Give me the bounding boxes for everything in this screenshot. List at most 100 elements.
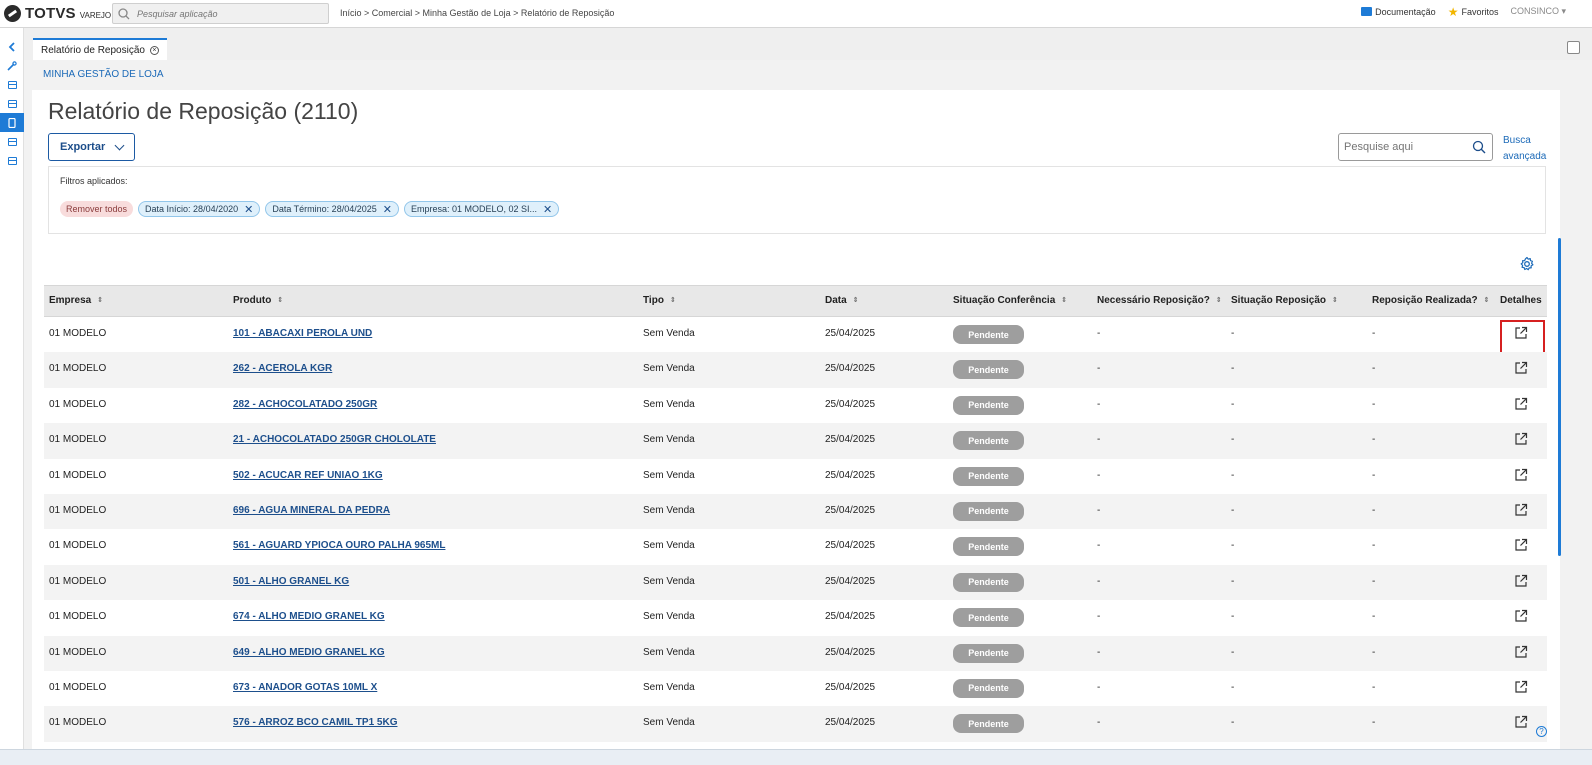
column-header-necessario-reposicao[interactable]: Necessário Reposição? ⇕ [1097, 295, 1222, 306]
status-badge: Pendente [953, 325, 1024, 344]
tab-relatorio-reposicao[interactable]: Relatório de Reposição × [33, 38, 167, 60]
cell-produto-link[interactable]: 282 - ACHOCOLATADO 250GR [233, 399, 377, 410]
cell-produto-link[interactable]: 649 - ALHO MEDIO GRANEL KG [233, 647, 385, 658]
cell-produto-link[interactable]: 674 - ALHO MEDIO GRANEL KG [233, 611, 385, 622]
sort-icon[interactable]: ⇕ [277, 296, 283, 304]
status-badge: Pendente [953, 572, 1024, 592]
column-header-data[interactable]: Data ⇕ [825, 295, 859, 306]
open-details-icon[interactable] [1514, 574, 1528, 588]
cell-produto-link[interactable]: 696 - AGUA MINERAL DA PEDRA [233, 505, 390, 516]
sort-icon[interactable]: ⇕ [1484, 296, 1490, 304]
cell-produto-link[interactable]: 673 - ANADOR GOTAS 10ML X [233, 682, 377, 693]
sort-icon[interactable]: ⇕ [97, 296, 103, 304]
section-header: MINHA GESTÃO DE LOJA [32, 60, 1560, 90]
table-row: 01 MODELO 649 - ALHO MEDIO GRANEL KG Sem V… [44, 635, 1547, 671]
open-details-icon[interactable] [1514, 715, 1528, 729]
user-menu[interactable]: CONSINCO ▾ [1510, 6, 1566, 17]
advanced-search-link[interactable]: Busca avançada [1503, 133, 1551, 165]
section-title[interactable]: MINHA GESTÃO DE LOJA [43, 69, 164, 80]
rail-item-1[interactable] [0, 75, 24, 94]
close-tabs-icon[interactable] [1567, 41, 1580, 54]
gear-icon[interactable] [1519, 256, 1535, 272]
close-icon[interactable]: ✕ [244, 203, 253, 216]
sort-icon[interactable]: ⇕ [1061, 296, 1067, 304]
status-badge: Pendente [953, 466, 1024, 486]
sort-icon[interactable]: ⇕ [670, 296, 676, 304]
column-header-situacao-reposicao[interactable]: Situação Reposição ⇕ [1231, 295, 1338, 306]
cell-reposicao-realizada: - [1372, 575, 1376, 587]
favorites-label: Favoritos [1461, 6, 1499, 17]
cell-produto-link[interactable]: 262 - ACEROLA KGR [233, 363, 332, 374]
rail-item-5[interactable] [0, 151, 24, 170]
open-details-icon[interactable] [1514, 538, 1528, 552]
favorites-link[interactable]: ★ Favoritos [1448, 6, 1499, 18]
table-body: 01 MODELO 101 - ABACAXI PEROLA UND Sem Ven… [44, 317, 1547, 742]
status-bar [0, 749, 1592, 765]
cell-tipo: Sem Venda [643, 540, 695, 552]
cell-produto-link[interactable]: 502 - ACUCAR REF UNIAO 1KG [233, 470, 383, 481]
cell-produto-link[interactable]: 21 - ACHOCOLATADO 250GR CHOLOLATE [233, 434, 436, 445]
app-search-input[interactable] [137, 8, 317, 19]
open-details-icon[interactable] [1514, 645, 1528, 659]
rail-item-4[interactable] [0, 132, 24, 151]
close-icon[interactable]: ✕ [543, 203, 552, 216]
vertical-scrollbar[interactable] [1558, 238, 1561, 556]
rail-item-3[interactable] [0, 113, 24, 132]
cell-data: 25/04/2025 [825, 646, 876, 658]
sort-icon[interactable]: ⇕ [1332, 296, 1338, 304]
open-details-icon[interactable] [1514, 397, 1528, 411]
sort-icon[interactable]: ⇕ [1216, 296, 1222, 304]
close-icon[interactable]: ✕ [383, 203, 392, 216]
rail-item-2[interactable] [0, 94, 24, 113]
close-circle-icon[interactable]: × [149, 45, 159, 55]
cell-necessario-reposicao: - [1097, 540, 1101, 552]
open-details-icon[interactable] [1514, 609, 1528, 623]
brand-logo[interactable]: TOTVS VAREJO [4, 5, 111, 22]
cell-tipo: Sem Venda [643, 469, 695, 481]
column-header-tipo[interactable]: Tipo ⇕ [643, 295, 676, 306]
cell-produto-link[interactable]: 501 - ALHO GRANEL KG [233, 576, 349, 587]
help-icon[interactable]: ? [1536, 726, 1547, 737]
filter-chip-label: Data Início: 28/04/2020 [145, 204, 239, 214]
column-header-reposicao-realizada[interactable]: Reposição Realizada? ⇕ [1372, 295, 1489, 306]
filters-label: Filtros aplicados: [60, 176, 128, 186]
column-header-produto[interactable]: Produto ⇕ [233, 295, 283, 306]
cell-situacao-reposicao: - [1231, 611, 1235, 623]
search-icon[interactable] [1472, 140, 1486, 154]
cell-produto-link[interactable]: 101 - ABACAXI PEROLA UND [233, 328, 372, 339]
table-row: 01 MODELO 282 - ACHOCOLATADO 250GR Sem Ven… [44, 387, 1547, 424]
top-bar: TOTVS VAREJO Início > Comercial > Minha … [0, 0, 1592, 28]
cell-situacao-reposicao: - [1231, 717, 1235, 729]
search-box[interactable] [1338, 133, 1493, 161]
cell-tipo: Sem Venda [643, 717, 695, 729]
open-details-icon[interactable] [1514, 432, 1528, 446]
sort-icon[interactable]: ⇕ [853, 296, 859, 304]
search-input[interactable] [1344, 141, 1464, 153]
remove-all-filters-button[interactable]: Remover todos [60, 201, 134, 217]
status-badge: Pendente [953, 537, 1024, 557]
export-button[interactable]: Exportar [48, 133, 135, 161]
open-details-icon[interactable] [1514, 468, 1528, 482]
breadcrumb[interactable]: Início > Comercial > Minha Gestão de Loj… [340, 8, 614, 18]
column-header-empresa[interactable]: Empresa ⇕ [49, 295, 103, 306]
cell-tipo: Sem Venda [643, 363, 695, 375]
cell-produto-link[interactable]: 576 - ARROZ BCO CAMIL TP1 5KG [233, 717, 397, 728]
column-header-situacao-conferencia[interactable]: Situação Conferência ⇕ [953, 295, 1067, 306]
cell-empresa: 01 MODELO [49, 717, 107, 729]
cell-situacao-reposicao: - [1231, 646, 1235, 658]
open-details-icon[interactable] [1514, 361, 1528, 375]
collapse-button[interactable] [0, 37, 24, 56]
open-details-icon[interactable] [1514, 503, 1528, 517]
table-row: 01 MODELO 501 - ALHO GRANEL KG Sem Venda 25… [44, 564, 1547, 601]
cell-reposicao-realizada: - [1372, 681, 1376, 693]
rail-tools[interactable] [0, 56, 24, 75]
table-icon [7, 80, 17, 89]
brand-sub: VAREJO [79, 10, 112, 20]
app-search[interactable] [112, 3, 329, 24]
cell-produto-link[interactable]: 561 - AGUARD YPIOCA OURO PALHA 965ML [233, 540, 445, 551]
status-badge: Pendente [953, 714, 1024, 734]
open-details-icon[interactable] [1514, 680, 1528, 694]
cell-situacao-reposicao: - [1231, 575, 1235, 587]
documentation-link[interactable]: Documentação [1361, 7, 1436, 17]
cell-reposicao-realizada: - [1372, 611, 1376, 623]
